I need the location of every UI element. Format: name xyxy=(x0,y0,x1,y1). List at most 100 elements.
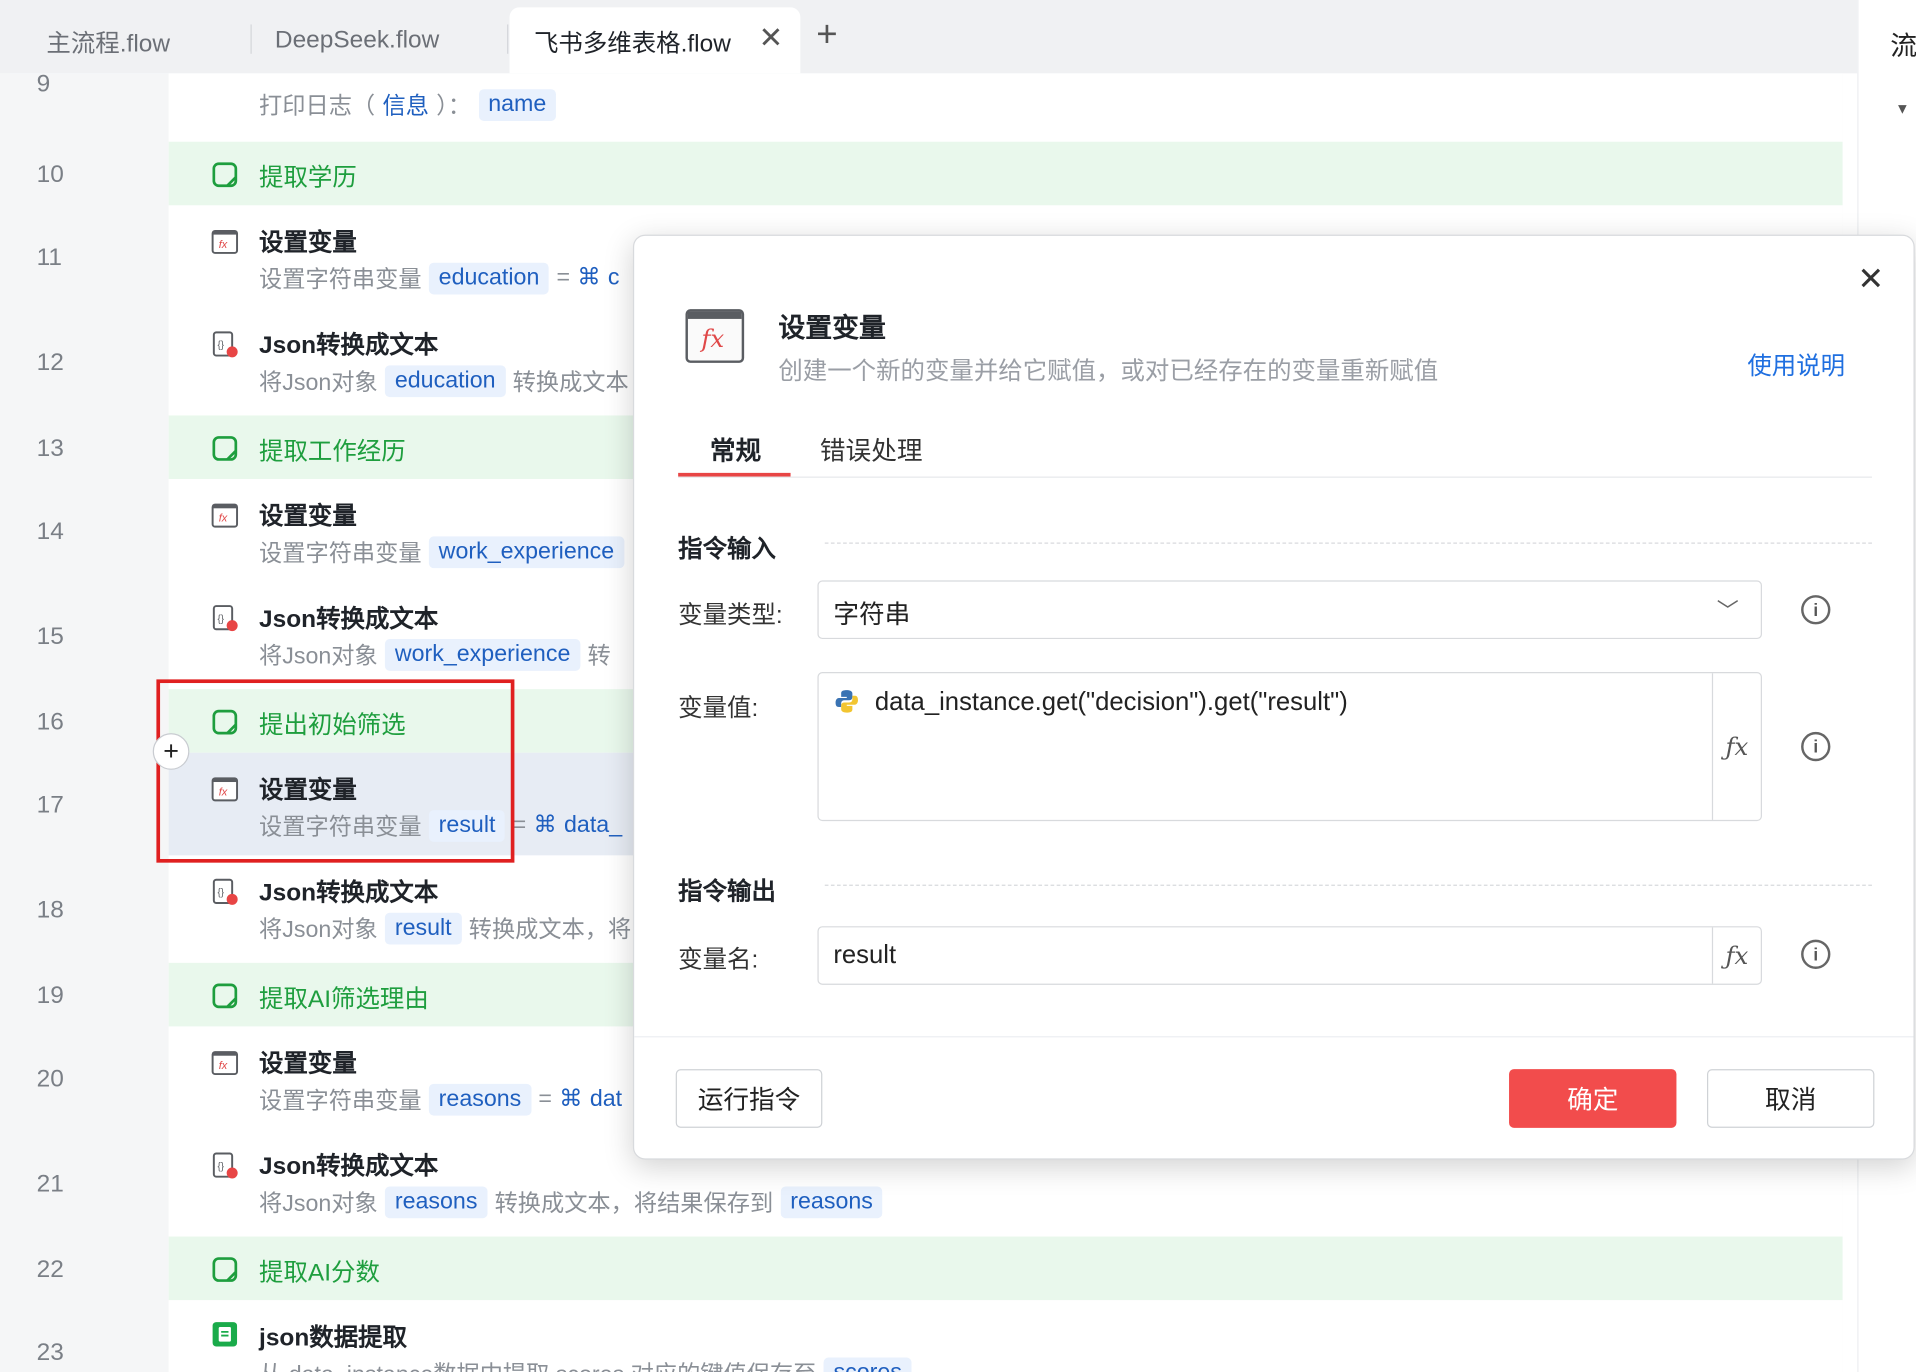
info-icon[interactable]: i xyxy=(1801,939,1831,969)
desc-text: 将Json对象 xyxy=(259,917,378,944)
note-icon xyxy=(212,162,238,188)
fx-icon: fx xyxy=(685,309,745,363)
line-number: 12 xyxy=(36,349,64,377)
variable-chip[interactable]: work_experience xyxy=(385,638,581,671)
fx-icon[interactable]: ƒx xyxy=(1711,927,1761,984)
line-number: 13 xyxy=(36,434,64,462)
variable-chip[interactable]: reasons xyxy=(385,1185,488,1218)
caret-down-icon[interactable]: ▼ xyxy=(1895,100,1910,117)
field-label: 变量类型: xyxy=(678,602,783,630)
desc-text: 转换成文本 xyxy=(512,370,629,396)
section-divider xyxy=(824,542,1872,544)
note-icon xyxy=(212,1257,238,1282)
step-description: 将Json对象 work_experience 转 xyxy=(259,638,611,671)
run-command-button[interactable]: 运行指令 xyxy=(675,1069,823,1128)
active-tab-indicator xyxy=(678,472,791,477)
add-step-icon[interactable]: + xyxy=(152,733,190,770)
desc-text: 设置字符串变量 xyxy=(259,1088,422,1115)
python-icon: ⌘ xyxy=(559,1086,583,1112)
cancel-button[interactable]: 取消 xyxy=(1706,1069,1875,1128)
sheet-icon xyxy=(212,1322,238,1347)
info-icon[interactable]: i xyxy=(1801,595,1831,625)
python-icon: ⌘ xyxy=(577,265,601,291)
variable-chip[interactable]: education xyxy=(385,364,506,397)
tab-label: DeepSeek.flow xyxy=(274,26,440,54)
desc-text: 将Json对象 xyxy=(259,1191,378,1218)
desc-text: 信息 xyxy=(382,94,429,120)
add-tab-icon[interactable]: + xyxy=(816,16,837,54)
line-number: 21 xyxy=(36,1170,64,1198)
note-icon xyxy=(212,436,238,461)
python-icon xyxy=(835,690,858,713)
dialog-title: 设置变量 xyxy=(778,312,886,344)
group-step[interactable]: 提取学历 xyxy=(168,141,1843,206)
tab-error-handling[interactable]: 错误处理 xyxy=(820,431,923,468)
close-icon[interactable]: ✕ xyxy=(759,24,784,53)
desc-text: = xyxy=(512,811,527,838)
variable-chip[interactable]: result xyxy=(385,912,462,944)
line-number: 11 xyxy=(36,244,63,272)
variable-value-input[interactable]: data_instance.get("decision").get("resul… xyxy=(817,672,1762,822)
svg-text:{}: {} xyxy=(217,340,224,351)
variable-chip[interactable]: reasons xyxy=(428,1083,532,1115)
svg-text:{}: {} xyxy=(217,614,224,625)
desc-text: 设置字符串变量 xyxy=(259,541,422,567)
step-json-extract[interactable]: json数据提取 从 data_instance数据中提取 scores 对应的… xyxy=(169,1300,1843,1372)
variable-value-text: data_instance.get("decision").get("resul… xyxy=(874,687,1348,717)
section-title-output: 指令输出 xyxy=(678,878,776,906)
step-title: json数据提取 xyxy=(259,1324,408,1352)
json-convert-icon: {} xyxy=(212,605,238,632)
line-number: 17 xyxy=(36,791,64,819)
dialog-subtitle: 创建一个新的变量并给它赋值，或对已经存在的变量重新赋值 xyxy=(778,358,1439,385)
step-title: Json转换成文本 xyxy=(259,879,439,907)
desc-text: c xyxy=(607,264,620,291)
tab-separator xyxy=(507,24,509,54)
python-icon: ⌘ xyxy=(533,812,557,839)
step-title: 设置变量 xyxy=(259,229,357,257)
line-number: 18 xyxy=(36,896,64,924)
step-title: 设置变量 xyxy=(259,503,357,531)
step-description: 从 data_instance数据中提取 scores 对应的键值保存至 sco… xyxy=(259,1356,912,1372)
help-link[interactable]: 使用说明 xyxy=(1747,346,1845,381)
desc-text: ）： xyxy=(436,94,472,120)
variable-chip[interactable]: scores xyxy=(823,1356,912,1372)
fx-icon[interactable]: ƒx xyxy=(1711,673,1761,820)
line-gutter: 9 10 11 12 13 14 15 16 17 18 19 20 21 22… xyxy=(9,73,169,1372)
field-label: 变量名: xyxy=(678,946,759,974)
variable-chip[interactable]: name xyxy=(478,88,557,121)
group-title: 提取AI筛选理由 xyxy=(259,986,429,1013)
variable-chip[interactable]: work_experience xyxy=(428,535,624,568)
svg-text:fx: fx xyxy=(219,239,228,251)
chevron-down-icon: ﹀ xyxy=(1716,598,1739,624)
variable-name-input[interactable]: result ƒx xyxy=(817,926,1762,985)
tab-deepseek-flow[interactable]: DeepSeek.flow xyxy=(275,7,439,73)
variable-chip[interactable]: education xyxy=(428,262,550,294)
fx-icon: fx xyxy=(211,229,239,254)
select-value: 字符串 xyxy=(833,601,911,630)
confirm-button[interactable]: 确定 xyxy=(1509,1069,1677,1128)
step-title: Json转换成文本 xyxy=(259,606,439,633)
tab-main-flow[interactable]: 主流程.flow xyxy=(46,7,170,73)
group-step[interactable]: 提取AI分数 xyxy=(168,1236,1843,1301)
desc-text: = xyxy=(538,1085,552,1112)
step-description: 设置字符串变量 work_experience xyxy=(259,535,624,568)
variable-type-select[interactable]: 字符串 ﹀ xyxy=(817,580,1762,640)
step-print-log[interactable]: 打印日志（ 信息 ）： name xyxy=(169,73,1843,141)
info-icon[interactable]: i xyxy=(1801,731,1831,762)
step-description: 设置字符串变量 reasons = ⌘ dat xyxy=(259,1083,622,1116)
tab-bar: 主流程.flow DeepSeek.flow 飞书多维表格.flow ✕ + xyxy=(0,0,1858,74)
svg-text:{}: {} xyxy=(217,888,224,899)
section-title-input: 指令输入 xyxy=(678,536,776,564)
footer-divider xyxy=(634,1036,1914,1038)
tab-feishu-flow[interactable]: 飞书多维表格.flow ✕ xyxy=(509,7,801,74)
line-number: 20 xyxy=(36,1065,64,1093)
close-icon[interactable]: ✕ xyxy=(1858,263,1885,295)
tab-general[interactable]: 常规 xyxy=(710,431,761,468)
variable-chip[interactable]: reasons xyxy=(780,1185,883,1218)
group-title: 提取AI分数 xyxy=(259,1259,380,1287)
step-title: Json转换成文本 xyxy=(259,1153,439,1181)
svg-text:fx: fx xyxy=(219,1060,228,1072)
step-description: 将Json对象 education 转换成文本 xyxy=(259,364,629,397)
desc-text: 转换成文本，将结果保存到 xyxy=(494,1191,774,1218)
step-title: Json转换成文本 xyxy=(259,332,439,360)
